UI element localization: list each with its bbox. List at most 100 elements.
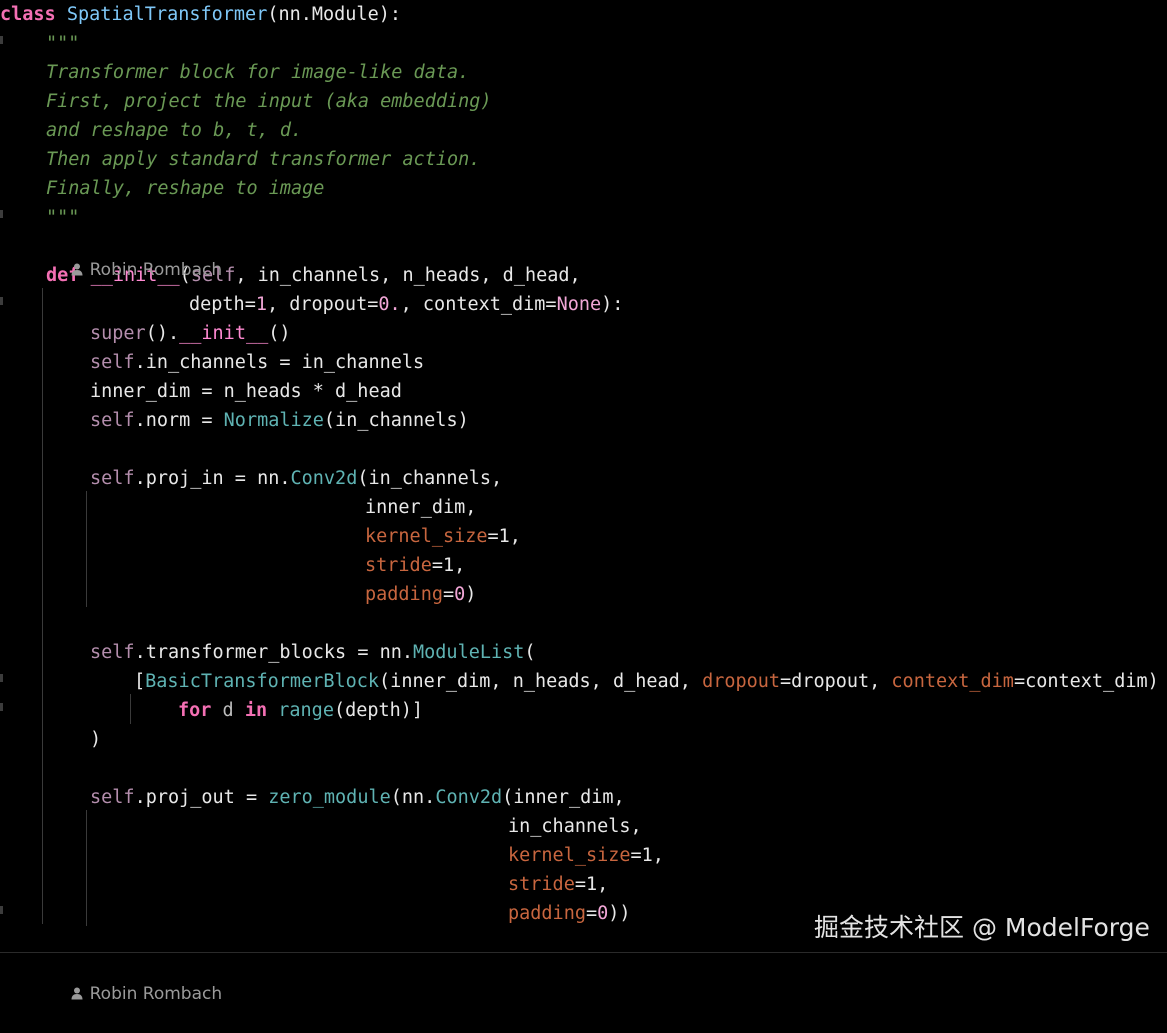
code-line[interactable]: padding=0) bbox=[365, 580, 476, 609]
code-line[interactable]: self.in_channels = in_channels bbox=[90, 348, 424, 377]
code-token: Conv2d bbox=[435, 787, 503, 808]
code-token: =context_dim) bbox=[1013, 671, 1159, 692]
code-token: stride bbox=[508, 874, 575, 895]
code-token: ): bbox=[601, 294, 624, 315]
code-token: .proj_in = nn. bbox=[134, 468, 291, 489]
code-token: 0. bbox=[378, 294, 401, 315]
code-token: 1 bbox=[255, 294, 267, 315]
code-token: depth= bbox=[189, 294, 256, 315]
gutter-change-marker bbox=[0, 36, 3, 44]
code-line[interactable]: """ bbox=[46, 29, 79, 58]
code-line[interactable]: for d in range(depth)] bbox=[178, 696, 423, 725]
code-token: (nn.Module): bbox=[267, 4, 401, 25]
code-token: self bbox=[90, 787, 135, 808]
code-token: (in_channels) bbox=[323, 410, 469, 431]
codelens-author[interactable]: Robin Rombach bbox=[48, 231, 222, 280]
code-token: .norm = bbox=[134, 410, 224, 431]
code-line[interactable]: self.norm = Normalize(in_channels) bbox=[90, 406, 469, 435]
code-line[interactable]: class SpatialTransformer(nn.Module): bbox=[0, 0, 401, 29]
code-token: , context_dim= bbox=[400, 294, 557, 315]
code-line[interactable]: self.proj_in = nn.Conv2d(in_channels, bbox=[90, 464, 502, 493]
indent-guide bbox=[130, 694, 131, 724]
code-token: =1, bbox=[487, 526, 521, 547]
code-token: 0 bbox=[454, 584, 466, 605]
code-token: , in_channels, n_heads, d_head, bbox=[235, 265, 581, 286]
code-token: ) bbox=[90, 729, 102, 750]
code-line[interactable]: inner_dim, bbox=[365, 493, 476, 522]
code-token: padding bbox=[365, 584, 443, 605]
code-line[interactable]: and reshape to b, t, d. bbox=[46, 116, 302, 145]
code-line[interactable]: depth=1, dropout=0., context_dim=None): bbox=[189, 290, 623, 319]
code-token: = bbox=[442, 584, 455, 605]
code-token: ModuleList bbox=[413, 642, 525, 663]
code-token: (in_channels, bbox=[357, 468, 503, 489]
code-token: (inner_dim, bbox=[502, 787, 625, 808]
code-line[interactable]: self.proj_out = zero_module(nn.Conv2d(in… bbox=[90, 783, 625, 812]
code-line[interactable]: stride=1, bbox=[365, 551, 465, 580]
code-token: , dropout= bbox=[266, 294, 379, 315]
code-line[interactable]: super().__init__() bbox=[90, 319, 291, 348]
code-token: self bbox=[90, 410, 135, 431]
code-token: BasicTransformerBlock bbox=[145, 671, 380, 692]
code-token: =1, bbox=[574, 874, 609, 895]
code-token: in_channels, bbox=[508, 816, 642, 837]
code-token: class bbox=[0, 4, 56, 25]
code-line[interactable]: kernel_size=1, bbox=[508, 841, 664, 870]
code-token: """ bbox=[46, 207, 80, 228]
code-token: (). bbox=[145, 323, 180, 344]
code-line[interactable]: ) bbox=[90, 725, 101, 754]
person-icon bbox=[71, 263, 83, 276]
code-token: for bbox=[178, 700, 212, 721]
code-token: context_dim bbox=[891, 671, 1014, 692]
code-token: () bbox=[268, 323, 291, 344]
code-token: (inner_dim, n_heads, d_head, bbox=[379, 671, 703, 692]
code-token: d bbox=[211, 700, 245, 721]
code-line[interactable]: First, project the input (aka embedding) bbox=[46, 87, 492, 116]
code-token: .transformer_blocks = nn. bbox=[134, 642, 414, 663]
code-token: self bbox=[90, 352, 135, 373]
gutter-change-marker bbox=[0, 210, 3, 218]
indent-guide bbox=[86, 810, 87, 926]
code-token: (nn. bbox=[390, 787, 436, 808]
code-line[interactable]: Transformer block for image-like data. bbox=[46, 58, 469, 87]
code-editor[interactable]: class SpatialTransformer(nn.Module): """ T… bbox=[0, 0, 1167, 1004]
code-line[interactable]: [BasicTransformerBlock(inner_dim, n_head… bbox=[134, 667, 1159, 696]
code-token: and reshape to b, t, d. bbox=[46, 120, 303, 141]
code-token: Finally, reshape to image bbox=[46, 178, 325, 199]
code-token: =1, bbox=[630, 845, 664, 866]
code-token: .in_channels = in_channels bbox=[134, 352, 425, 373]
code-line[interactable]: stride=1, bbox=[508, 870, 608, 899]
code-line[interactable]: Finally, reshape to image bbox=[46, 174, 324, 203]
code-line[interactable]: """ bbox=[46, 203, 79, 232]
code-token: (depth)] bbox=[333, 700, 424, 721]
code-line[interactable]: self.transformer_blocks = nn.ModuleList( bbox=[90, 638, 536, 667]
code-token: kernel_size bbox=[365, 526, 488, 547]
person-icon bbox=[71, 987, 83, 1000]
codelens-author-bottom[interactable]: Robin Rombach bbox=[48, 955, 222, 1004]
codelens-author-name: Robin Rombach bbox=[89, 260, 223, 280]
code-token: Transformer block for image-like data. bbox=[46, 62, 470, 83]
indent-guide bbox=[86, 491, 87, 607]
code-line[interactable]: inner_dim = n_heads * d_head bbox=[90, 377, 402, 406]
code-line[interactable]: Then apply standard transformer action. bbox=[46, 145, 480, 174]
code-token: SpatialTransformer bbox=[66, 4, 268, 25]
code-token: dropout bbox=[702, 671, 781, 692]
code-line[interactable]: kernel_size=1, bbox=[365, 522, 521, 551]
gutter-change-marker bbox=[0, 674, 3, 682]
code-line[interactable]: in_channels, bbox=[508, 812, 642, 841]
code-token: )) bbox=[608, 903, 631, 924]
code-token: Then apply standard transformer action. bbox=[46, 149, 481, 170]
code-token: padding bbox=[508, 903, 586, 924]
code-token: __init__ bbox=[179, 323, 269, 344]
code-token: 0 bbox=[597, 903, 609, 924]
gutter-change-marker bbox=[0, 703, 3, 711]
code-token: """ bbox=[46, 33, 80, 54]
code-token: stride bbox=[365, 555, 432, 576]
gutter-change-marker bbox=[0, 297, 3, 305]
code-line[interactable]: padding=0)) bbox=[508, 899, 631, 928]
code-token: ( bbox=[524, 642, 536, 663]
code-token: ) bbox=[465, 584, 477, 605]
code-token: inner_dim, bbox=[365, 497, 477, 518]
code-token: self bbox=[90, 468, 135, 489]
code-token: = bbox=[585, 903, 598, 924]
